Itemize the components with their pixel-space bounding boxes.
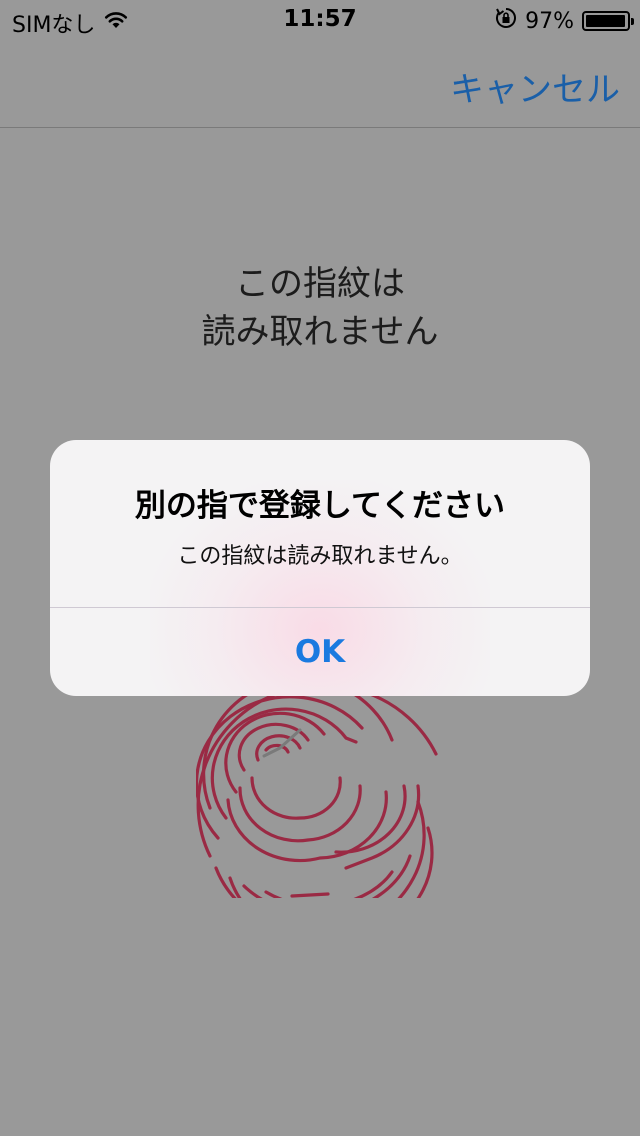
alert-title: 別の指で登録してください xyxy=(134,488,506,524)
ok-button[interactable]: OK xyxy=(50,608,590,696)
instruction-line-1: この指紋は xyxy=(235,264,405,304)
alert-message: この指紋は読み取れません。 xyxy=(177,544,463,569)
alert-dialog: 別の指で登録してください この指紋は読み取れません。 OK xyxy=(50,440,590,696)
battery-fill xyxy=(586,15,625,27)
cancel-button[interactable]: キャンセル xyxy=(450,62,620,111)
instruction-text: この指紋は 読み取れません xyxy=(0,260,640,356)
nav-bar: キャンセル xyxy=(0,40,640,128)
fingerprint-icon xyxy=(194,668,456,946)
battery-percent: 97% xyxy=(525,8,574,34)
rotation-lock-icon xyxy=(495,7,517,35)
status-bar: SIMなし 11:57 97% xyxy=(0,0,640,40)
battery-icon xyxy=(582,11,634,31)
instruction-line-2: 読み取れません xyxy=(201,312,439,352)
screen: SIMなし 11:57 97% キャンセル この指紋は 読み取れません 別の指で… xyxy=(0,0,640,1136)
status-right: 97% xyxy=(495,7,634,35)
